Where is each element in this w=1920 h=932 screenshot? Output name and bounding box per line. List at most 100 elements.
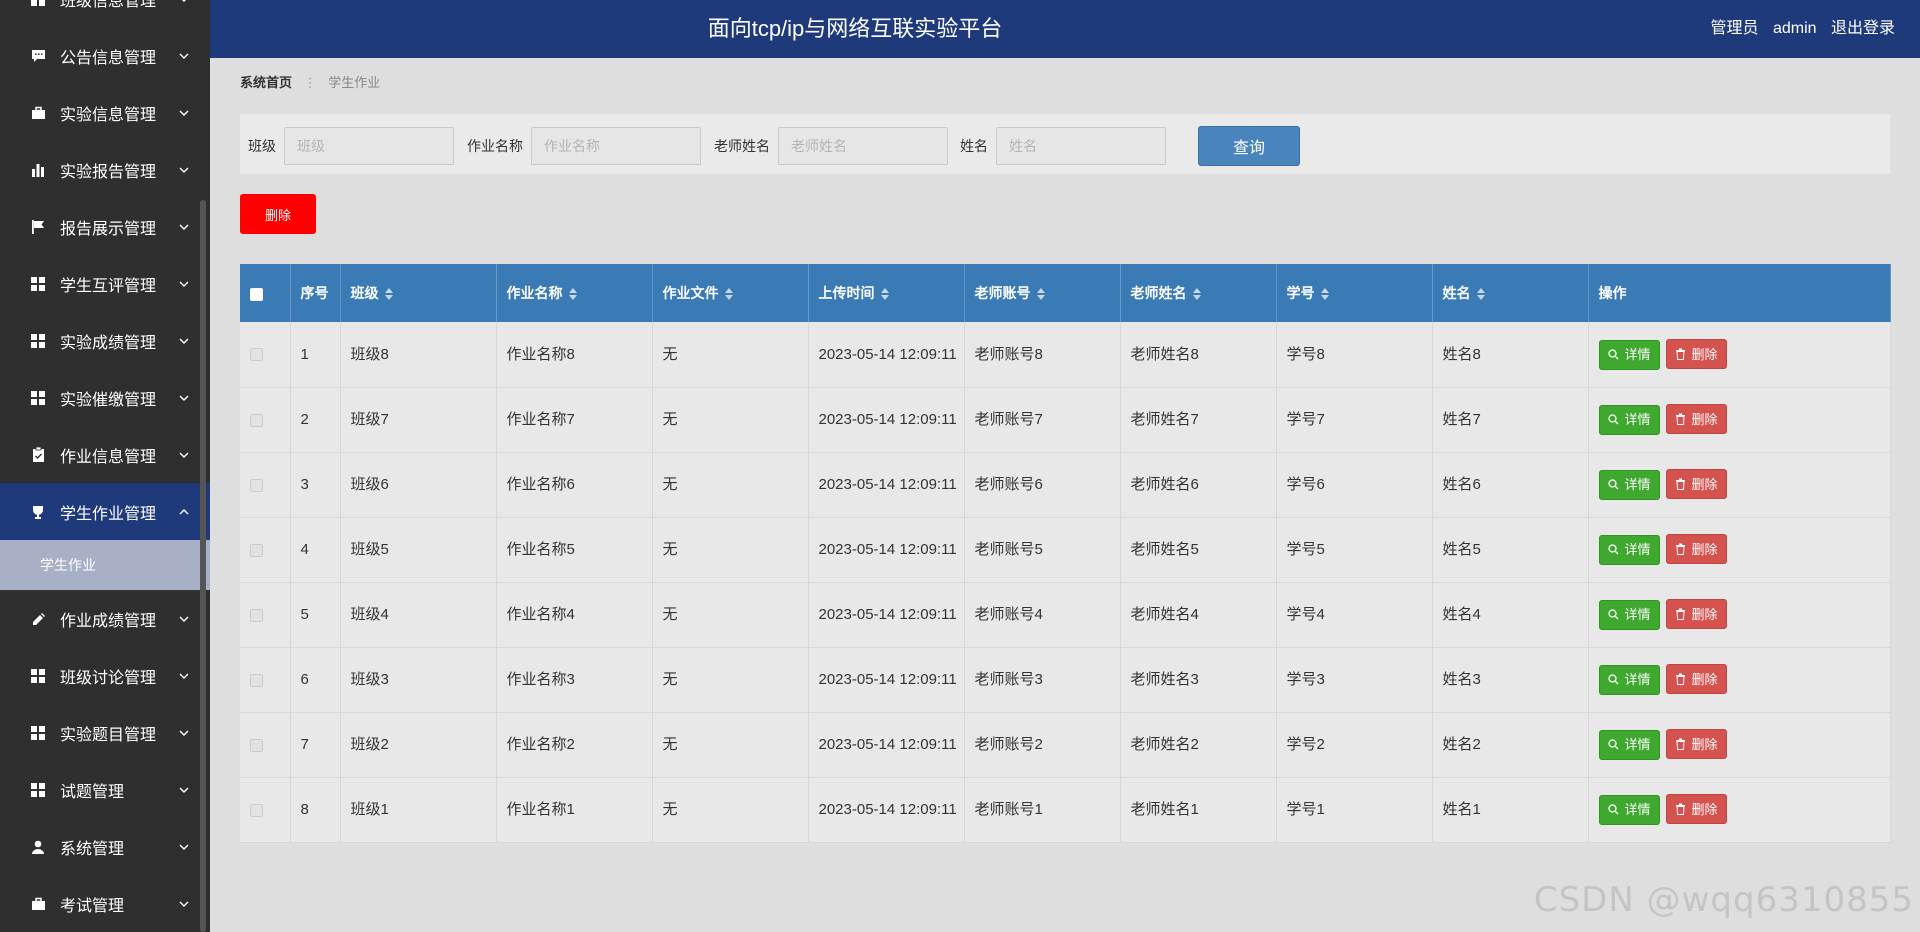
delete-button[interactable]: 删除 xyxy=(1665,404,1727,435)
sidebar-item[interactable]: 作业信息管理 xyxy=(0,426,210,483)
briefcase-icon xyxy=(30,896,46,912)
sidebar-item[interactable]: 实验信息管理 xyxy=(0,84,210,141)
delete-button[interactable]: 删除 xyxy=(1665,534,1727,565)
column-header[interactable]: 上传时间 xyxy=(808,264,965,322)
row-checkbox[interactable] xyxy=(250,673,263,687)
detail-button[interactable]: 详情 xyxy=(1598,794,1660,825)
chevron-down-icon xyxy=(178,334,190,346)
homework-name-cell: 作业名称8 xyxy=(496,322,653,388)
sidebar-item-label: 学生作业管理 xyxy=(60,505,157,523)
class-cell: 班级5 xyxy=(340,517,497,583)
actions-cell: 详情 删除 xyxy=(1588,647,1891,713)
column-header-label: 序号 xyxy=(300,285,329,301)
teacher-account-cell: 老师账号5 xyxy=(964,517,1121,583)
delete-button[interactable]: 删除 xyxy=(1665,729,1727,760)
student-id-cell: 学号1 xyxy=(1276,777,1433,843)
sidebar-item-label: 实验报告管理 xyxy=(60,163,157,181)
row-checkbox[interactable] xyxy=(250,608,263,622)
detail-button[interactable]: 详情 xyxy=(1598,404,1660,435)
sort-icon[interactable] xyxy=(724,288,733,301)
homework-name-cell: 作业名称1 xyxy=(496,777,653,843)
detail-button[interactable]: 详情 xyxy=(1598,599,1660,630)
homework-name-cell: 作业名称2 xyxy=(496,712,653,778)
class-cell: 班级8 xyxy=(340,322,497,388)
sort-icon[interactable] xyxy=(1192,288,1201,301)
column-header[interactable]: 老师账号 xyxy=(964,264,1121,322)
sidebar-item[interactable]: 报告展示管理 xyxy=(0,198,210,255)
search-field-name: 姓名 xyxy=(960,127,1166,165)
search-button[interactable]: 查询 xyxy=(1198,126,1300,166)
bar-chart-icon xyxy=(30,162,46,178)
sidebar-item[interactable]: 实验题目管理 xyxy=(0,704,210,761)
sidebar-item[interactable]: 实验报告管理 xyxy=(0,141,210,198)
detail-button[interactable]: 详情 xyxy=(1598,339,1660,370)
column-header[interactable]: 作业文件 xyxy=(652,264,809,322)
column-header[interactable]: 学号 xyxy=(1276,264,1433,322)
column-header[interactable]: 班级 xyxy=(340,264,497,322)
search-field-teacher-name: 老师姓名 xyxy=(714,127,948,165)
homework-name-input[interactable] xyxy=(531,127,701,165)
column-header[interactable]: 老师姓名 xyxy=(1120,264,1277,322)
comment-icon xyxy=(30,48,46,64)
delete-button[interactable]: 删除 xyxy=(1665,664,1727,695)
actions-cell: 详情 删除 xyxy=(1588,712,1891,778)
sidebar-item[interactable]: 试题管理 xyxy=(0,761,210,818)
sort-icon[interactable] xyxy=(1320,288,1329,301)
select-all-checkbox[interactable] xyxy=(250,287,263,301)
sort-icon[interactable] xyxy=(1476,288,1485,301)
row-checkbox[interactable] xyxy=(250,543,263,557)
row-checkbox[interactable] xyxy=(250,413,263,427)
teacher-account-cell: 老师账号3 xyxy=(964,647,1121,713)
row-checkbox[interactable] xyxy=(250,348,263,362)
row-checkbox[interactable] xyxy=(250,803,263,817)
sidebar-item[interactable]: 班级信息管理 xyxy=(0,0,210,27)
delete-button[interactable]: 删除 xyxy=(1665,794,1727,825)
sort-icon[interactable] xyxy=(880,288,889,301)
sidebar-item[interactable]: 实验催缴管理 xyxy=(0,369,210,426)
sidebar-item[interactable]: 班级讨论管理 xyxy=(0,647,210,704)
delete-button[interactable]: 删除 xyxy=(1665,599,1727,630)
grid-icon xyxy=(30,668,46,684)
column-header[interactable]: 作业名称 xyxy=(496,264,653,322)
detail-button[interactable]: 详情 xyxy=(1598,729,1660,760)
sidebar-subitem[interactable]: 学生作业 xyxy=(0,540,210,590)
column-header[interactable]: 姓名 xyxy=(1432,264,1589,322)
student-id-cell: 学号2 xyxy=(1276,712,1433,778)
detail-button[interactable]: 详情 xyxy=(1598,469,1660,500)
sidebar-item[interactable]: 实验成绩管理 xyxy=(0,312,210,369)
teacher-name-input[interactable] xyxy=(778,127,948,165)
sidebar-item[interactable]: 学生作业管理 xyxy=(0,483,210,540)
name-input[interactable] xyxy=(996,127,1166,165)
sidebar-item[interactable]: 作业成绩管理 xyxy=(0,590,210,647)
sidebar-item[interactable]: 学生互评管理 xyxy=(0,255,210,312)
homework-name-cell: 作业名称3 xyxy=(496,647,653,713)
search-icon xyxy=(1607,674,1622,685)
user-area: 管理员 admin 退出登录 xyxy=(1700,0,1895,58)
breadcrumb-home[interactable]: 系统首页 xyxy=(240,75,292,90)
delete-button[interactable]: 删除 xyxy=(1665,339,1727,369)
sidebar-scrollbar[interactable] xyxy=(200,200,206,932)
class-cell: 班级6 xyxy=(340,452,497,518)
logout-link[interactable]: 退出登录 xyxy=(1831,20,1895,37)
sort-icon[interactable] xyxy=(384,288,393,301)
detail-label: 详情 xyxy=(1624,347,1651,362)
sidebar-item[interactable]: 系统管理 xyxy=(0,818,210,875)
detail-button[interactable]: 详情 xyxy=(1598,664,1660,695)
app-title: 面向tcp/ip与网络互联实验平台 xyxy=(707,16,1003,41)
bulk-delete-button[interactable]: 删除 xyxy=(240,194,316,234)
chevron-down-icon xyxy=(178,783,190,795)
delete-button[interactable]: 删除 xyxy=(1665,469,1727,500)
sidebar-item[interactable]: 考试管理 xyxy=(0,875,210,932)
teacher-account-cell: 老师账号2 xyxy=(964,712,1121,778)
detail-button[interactable]: 详情 xyxy=(1598,534,1660,565)
sidebar-menu: 班级信息管理 公告信息管理 实验信息管理实验报告管理报告展示管理 学生互评管理 实验成绩… xyxy=(0,0,210,932)
sort-icon[interactable] xyxy=(568,288,577,301)
sort-icon[interactable] xyxy=(1036,288,1045,301)
row-checkbox[interactable] xyxy=(250,738,263,752)
teacher-name-cell: 老师姓名2 xyxy=(1120,712,1277,778)
grid-icon xyxy=(30,276,46,292)
sidebar-item[interactable]: 公告信息管理 xyxy=(0,27,210,84)
clipboard-icon xyxy=(30,447,46,463)
row-checkbox[interactable] xyxy=(250,478,263,492)
class-input[interactable] xyxy=(284,127,454,165)
